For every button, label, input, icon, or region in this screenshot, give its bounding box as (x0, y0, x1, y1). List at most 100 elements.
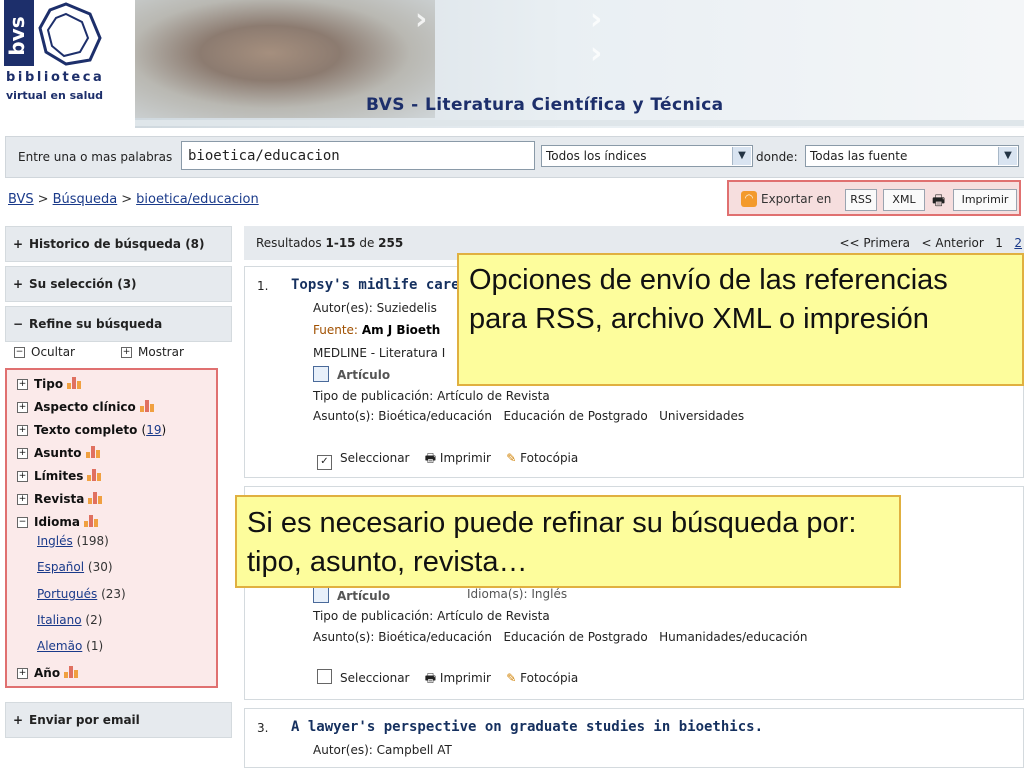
show-label: Mostrar (138, 345, 184, 359)
source-select-value: Todas las fuente (810, 149, 908, 163)
facet-count-link[interactable]: 19 (146, 423, 161, 437)
print-record-button[interactable]: 🖶 Imprimir (425, 671, 491, 685)
pencil-icon: ✎ (506, 451, 517, 465)
export-callout: Opciones de envío de las referencias par… (457, 253, 1024, 386)
language-count: (30) (87, 560, 113, 574)
selection-panel[interactable]: + Su selección (3) (5, 266, 232, 302)
bar-chart-icon[interactable] (84, 515, 102, 527)
chevron-right-icon: › (590, 36, 603, 71)
record-title-link[interactable]: Topsy's midlife caree (291, 277, 468, 293)
bar-chart-icon[interactable] (64, 666, 82, 678)
select-checkbox[interactable]: Seleccionar (317, 669, 409, 685)
photocopy-button[interactable]: ✎ Fotocópia (506, 451, 578, 465)
chevron-right-icon: › (415, 2, 428, 37)
breadcrumb-query-link[interactable]: bioetica/educacion (136, 192, 259, 207)
page-title: BVS - Literatura Científica y Técnica (366, 95, 724, 115)
first-page-link[interactable]: << Primera (839, 236, 910, 250)
refine-panel[interactable]: − Refine su búsqueda (5, 306, 232, 342)
record-subjects: Asunto(s): Bioética/educación Educación … (313, 630, 807, 644)
language-link[interactable]: Alemão (37, 639, 82, 653)
chevron-down-icon[interactable]: ▼ (998, 147, 1017, 165)
expand-box-icon: + (17, 494, 28, 505)
chevron-down-icon[interactable]: ▼ (732, 147, 751, 165)
expand-icon: + (13, 713, 24, 727)
facet-revista[interactable]: + Revista (17, 492, 106, 506)
language-link[interactable]: Portugués (37, 587, 97, 601)
facet-texto-completo[interactable]: + Texto completo (19) (17, 423, 166, 437)
results-range: 1-15 (325, 236, 356, 250)
result-record: 3. A lawyer's perspective on graduate st… (244, 708, 1024, 768)
checkbox-empty-icon (317, 669, 332, 684)
breadcrumb-separator: > (121, 192, 133, 207)
printer-icon[interactable]: 🖶 (932, 190, 945, 214)
language-link[interactable]: Español (37, 560, 84, 574)
subjects-label: Asunto(s): (313, 630, 375, 644)
language-item: Español (30) (37, 560, 113, 574)
record-subjects: Asunto(s): Bioética/educación Educación … (313, 409, 744, 423)
record-authors: Autor(es): Campbell AT (313, 743, 452, 757)
pub-type-value: Artículo de Revista (437, 609, 550, 623)
facet-tipo[interactable]: + Tipo (17, 377, 85, 391)
logo-mark-text: bvs (5, 16, 29, 55)
bar-chart-icon[interactable] (88, 492, 106, 504)
hide-all-toggle[interactable]: − Ocultar (14, 345, 75, 359)
export-options: ◠ Exportar en RSS XML 🖶 Imprimir (727, 180, 1021, 216)
language-link[interactable]: Inglés (37, 534, 73, 548)
breadcrumb-bvs-link[interactable]: BVS (8, 192, 34, 207)
type-tag-label: Artículo (337, 368, 391, 382)
bar-chart-icon[interactable] (139, 400, 158, 412)
expand-box-icon: + (17, 471, 28, 482)
bar-chart-icon[interactable] (85, 446, 104, 458)
record-title-link[interactable]: A lawyer's perspective on graduate studi… (291, 719, 763, 735)
search-bar: Entre una o mas palabras bioetica/educac… (5, 136, 1024, 178)
select-label: Seleccionar (340, 451, 410, 465)
bar-chart-icon[interactable] (67, 377, 85, 389)
index-select[interactable]: Todos los índices ▼ (541, 145, 753, 167)
send-email-panel[interactable]: + Enviar por email (5, 702, 232, 738)
subjects-label: Asunto(s): (313, 409, 375, 423)
facet-aspecto-clinico[interactable]: + Aspecto clínico (17, 400, 158, 414)
search-input[interactable]: bioetica/educacion (181, 141, 535, 170)
pagination: << Primera < Anterior 1 2 (839, 236, 1022, 250)
prev-page-link[interactable]: < Anterior (921, 236, 983, 250)
selection-count: (3) (117, 277, 137, 291)
source-select[interactable]: Todas las fuente ▼ (805, 145, 1019, 167)
show-all-toggle[interactable]: + Mostrar (121, 345, 184, 359)
expand-box-icon: + (17, 402, 28, 413)
collapse-icon: − (13, 317, 24, 331)
breadcrumb: BVS > Búsqueda > bioetica/educacion (8, 192, 259, 207)
photocopy-button[interactable]: ✎ Fotocópia (506, 671, 578, 685)
record-number: 3. (257, 721, 269, 735)
export-rss-button[interactable]: RSS (845, 189, 877, 211)
select-checkbox[interactable]: ✓ Seleccionar (317, 451, 410, 470)
language-count: (2) (85, 613, 103, 627)
print-button[interactable]: Imprimir (953, 189, 1017, 211)
export-xml-button[interactable]: XML (883, 189, 925, 211)
facet-ano[interactable]: + Año (17, 666, 82, 680)
bar-chart-icon[interactable] (87, 469, 105, 481)
search-history-panel[interactable]: + Historico de búsqueda (8) (5, 226, 232, 262)
print-record-button[interactable]: 🖶 Imprimir (425, 451, 491, 465)
bvs-logo[interactable]: bvs biblioteca virtual en salud (0, 0, 135, 128)
facet-asunto[interactable]: + Asunto (17, 446, 104, 460)
collapse-box-icon: − (14, 347, 25, 358)
facet-label: Texto completo (34, 423, 138, 437)
page-2-link[interactable]: 2 (1014, 236, 1022, 250)
record-type-tag: Artículo Idioma(s): Inglés (313, 587, 567, 603)
language-item: Alemão (1) (37, 639, 103, 653)
subject-item: Educación de Postgrado (503, 409, 648, 423)
photocopy-label: Fotocópia (520, 451, 579, 465)
facet-label: Límites (34, 469, 84, 483)
breadcrumb-search-link[interactable]: Búsqueda (53, 192, 118, 207)
expand-box-icon: + (17, 379, 28, 390)
results-label: Resultados (256, 236, 322, 250)
language-link[interactable]: Italiano (37, 613, 82, 627)
facet-limites[interactable]: + Límites (17, 469, 105, 483)
record-actions: ✓ Seleccionar 🖶 Imprimir ✎ Fotocópia (317, 449, 578, 470)
expand-box-icon: + (17, 668, 28, 679)
photocopy-label: Fotocópia (520, 671, 579, 685)
facet-label: Año (34, 666, 61, 680)
pub-type-label: Tipo de publicación: (313, 609, 434, 623)
site-header: bvs biblioteca virtual en salud › › › BV… (0, 0, 1024, 128)
facet-idioma[interactable]: − Idioma (17, 515, 102, 529)
